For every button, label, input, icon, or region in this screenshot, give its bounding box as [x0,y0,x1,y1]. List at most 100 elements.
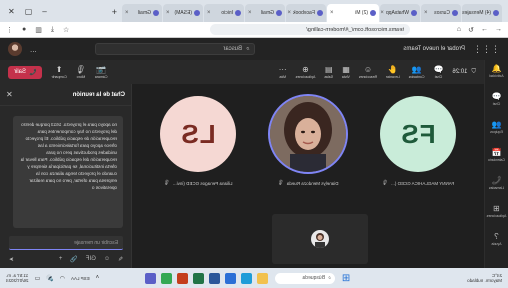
volume-icon[interactable]: 🔊 [46,275,53,282]
favicon-icon [194,10,200,16]
meeting-tool-button[interactable]: 👥 Contactos [409,65,425,79]
tab-close-icon[interactable]: × [380,10,384,16]
meeting-tool-button[interactable]: 🎙 Micro [76,65,86,79]
windows-start-icon[interactable]: ⊞ [342,273,350,284]
meeting-tool-button[interactable]: ⬆ Compartir [52,65,67,79]
store-icon[interactable] [224,272,236,284]
taskbar-search[interactable]: ⌕ Búsqueda [274,272,335,284]
tab[interactable]: Gmail × [245,4,285,22]
meeting-tool-button[interactable]: ☺ Reacciones [359,65,377,79]
meeting-tool-button[interactable]: ⊕ Aplicaciones [296,65,316,79]
download-icon[interactable]: ⤓ [51,26,54,34]
edge-icon[interactable] [240,272,252,284]
self-view-tile[interactable] [272,214,368,264]
participant-tile-speaking[interactable]: Dianelys Mendoza Rueda 🎙 [256,96,360,206]
emoji-icon[interactable]: ☺ [104,256,110,262]
rail-item[interactable]: 📅 Calendario [488,148,505,162]
rail-item[interactable]: ⊞ Aplicaciones [487,204,507,218]
tab-close-icon[interactable]: × [207,10,211,16]
sidebar-icon[interactable]: ▥ [35,26,42,34]
chevron-up-icon[interactable]: ˄ [96,275,100,281]
meeting-tool-button[interactable]: ··· Más [279,65,287,79]
tab-close-icon[interactable]: × [424,10,428,16]
wifi-icon[interactable]: ◠ [60,275,65,282]
tab[interactable]: Cursos × [421,4,461,22]
attach-icon[interactable]: 📎 [70,256,77,263]
word-icon[interactable] [208,272,220,284]
search-box[interactable]: ⌕ Buscar [95,43,256,55]
rail-item-label: Equipos [490,130,503,134]
favicon-icon [153,10,159,16]
tab[interactable]: Gmail × [122,4,162,22]
maximize-icon[interactable]: ▢ [25,7,33,16]
rail-item-label: Aplicaciones [486,214,507,218]
tab-close-icon[interactable]: × [330,10,334,16]
participant-photo-image [270,96,346,172]
excel-icon[interactable] [192,272,204,284]
tab[interactable]: (4) Mensajes× [462,4,502,22]
camera-icon: 📷 [96,65,107,74]
rail-item[interactable]: 🔔 Actividad [489,64,503,78]
rail-item[interactable]: 👥 Equipos [490,120,503,134]
new-tab-button[interactable]: + [108,7,121,22]
plus-icon[interactable]: + [59,256,63,262]
bookmark-star-icon[interactable]: ☆ [63,26,69,34]
close-icon[interactable]: ✕ [6,90,13,99]
participant-photo [270,96,346,172]
weather-widget[interactable]: 24°C Mayorm. nublado [467,273,502,283]
url-text: teams.microsoft.com/_#/modern-calling/ [306,26,404,33]
url-field[interactable]: teams.microsoft.com/_#/modern-calling/ [209,24,410,35]
browser-menu-icon[interactable]: ⋮ [6,26,13,34]
header-more-button[interactable]: ... [30,45,37,54]
meeting-tool-button[interactable]: ▦ Vista [342,65,350,79]
format-icon[interactable]: ✎ [118,256,123,263]
forward-icon[interactable]: → [481,26,488,33]
language-indicator[interactable]: ESP LAA [71,276,90,281]
teams-icon[interactable] [144,272,156,284]
tab[interactable]: Facebook × [286,4,326,22]
back-icon[interactable]: ← [495,26,502,33]
tab-close-icon[interactable]: × [125,10,129,16]
participant-name: Dianelys Mendoza Rueda [286,180,339,186]
participant-tile[interactable]: LS Liliana Penagos GCED (invi... 🎙 [146,96,250,206]
meeting-tool-button[interactable]: ▤ Salas [324,65,333,79]
battery-icon[interactable]: ▭ [35,275,41,282]
meeting-tool-button[interactable]: 📷 Cámara [95,65,107,79]
close-window-icon[interactable]: ✕ [8,7,15,16]
powerpoint-icon[interactable] [176,272,188,284]
react-icon: ☺ [363,65,373,74]
explorer-icon[interactable] [256,272,268,284]
tab[interactable]: Inicio × [204,4,244,22]
rail-item[interactable]: 💬 Chat [492,92,502,106]
chat-message-input[interactable]: Escribir un mensaje [9,236,123,250]
tab-close-icon[interactable]: × [288,10,292,16]
mic-icon: 🎙 [75,65,87,74]
tab[interactable]: (ESAM) × [163,4,203,22]
tab-label: Inicio [221,10,233,16]
tab[interactable]: WhatsApp × [380,4,420,22]
profile-icon[interactable]: ● [22,26,26,34]
meeting-tool-button[interactable]: 💬 Chat [434,65,444,79]
rail-item[interactable]: ? Ayuda [492,232,502,246]
tab-active[interactable]: (2) Mi × [327,4,379,22]
bell-icon: 🔔 [491,64,502,73]
reload-icon[interactable]: ↻ [468,26,474,34]
participant-tile[interactable]: FS FANNY MAGLAHICA GCED (... 🎙 [366,96,470,206]
app-launcher-icon[interactable]: ⋮⋮⋮ [473,44,500,55]
tab-close-icon[interactable]: × [248,10,252,16]
favicon-icon [276,10,282,16]
taskbar-clock[interactable]: 11:57 a. m. 26/07/2024 [6,273,29,283]
participant-name: FANNY MAGLAHICA GCED (... [391,180,455,186]
send-icon[interactable]: ➤ [9,256,14,263]
meeting-tool-button[interactable]: ✋ Levantar [386,65,400,79]
leave-button[interactable]: 📞 Salir [8,65,43,79]
home-icon[interactable]: ⌂ [457,26,461,33]
user-avatar[interactable] [8,42,22,56]
timer-text: 10:26 [452,69,468,75]
rail-item[interactable]: 📞 Llamadas [489,176,504,190]
try-new-teams-label[interactable]: Probar el nuevo Teams [403,46,465,52]
minimize-icon[interactable]: – [42,7,46,16]
gif-icon[interactable]: GIF [86,256,96,262]
chrome-icon[interactable] [160,272,172,284]
tab-close-icon[interactable]: × [166,10,170,16]
